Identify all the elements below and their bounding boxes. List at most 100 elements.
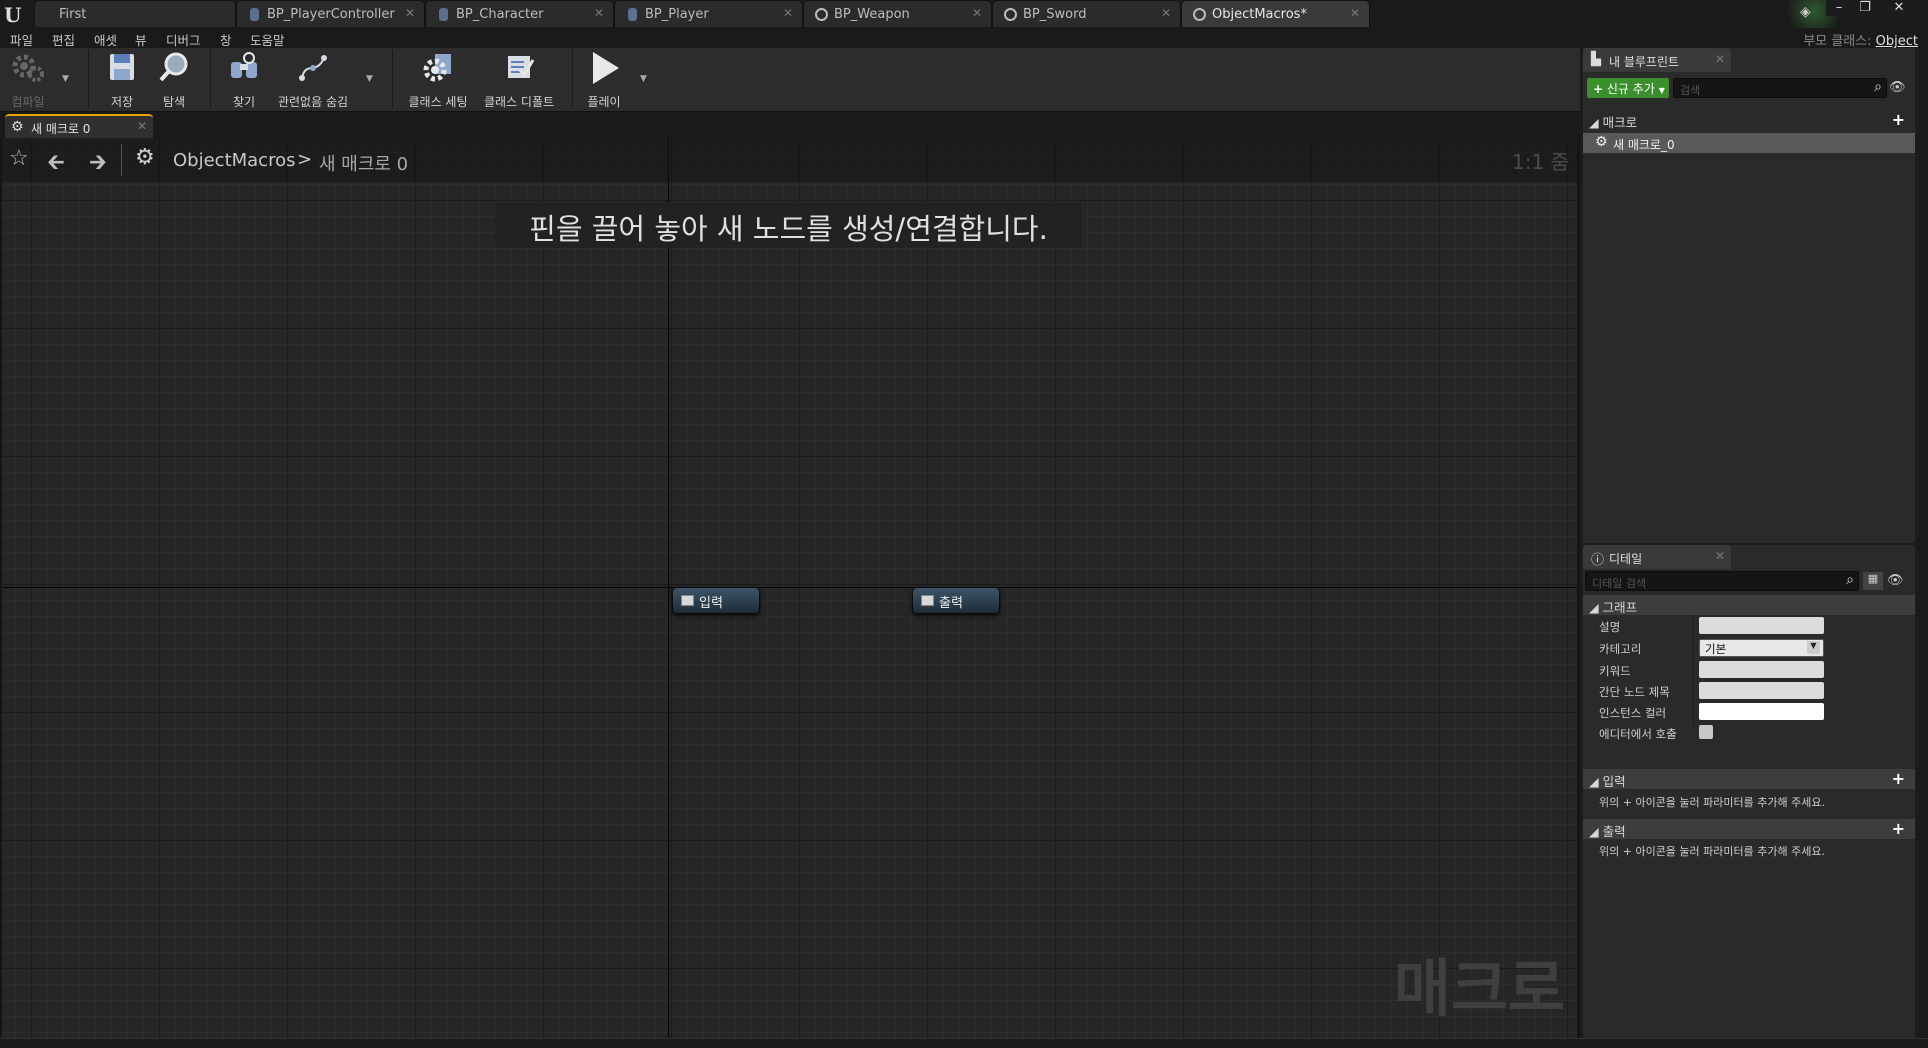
description-field[interactable] (1699, 617, 1824, 634)
compile-dropdown-icon[interactable]: ▼ (62, 74, 69, 84)
class-settings-button[interactable]: 클래스 세팅 (404, 50, 472, 110)
tab-first[interactable]: First (34, 0, 236, 27)
inputs-section-header[interactable]: ◢ 입력 + (1583, 769, 1915, 789)
hide-unrelated-dropdown-icon[interactable]: ▼ (366, 74, 373, 84)
details-search-input[interactable]: 디테일 검색 ⌕ (1585, 571, 1859, 591)
notification-icon[interactable]: ◈ (1800, 4, 1811, 20)
play-button[interactable]: 플레이 (582, 50, 626, 110)
input-node[interactable]: 입력 (672, 587, 760, 614)
play-label: 플레이 (587, 95, 621, 109)
close-icon[interactable]: ✕ (1715, 549, 1725, 563)
keywords-field[interactable] (1699, 661, 1824, 678)
close-window-icon[interactable]: ✕ (1878, 0, 1920, 16)
maximize-icon[interactable]: ❐ (1852, 0, 1878, 16)
save-button[interactable]: 저장 (100, 50, 144, 110)
tab-label: BP_Weapon (834, 7, 910, 22)
tunnel-node-icon (921, 595, 934, 606)
close-icon[interactable]: ✕ (137, 119, 147, 133)
add-output-plus-icon[interactable]: + (1892, 819, 1905, 838)
class-defaults-button[interactable]: 클래스 디폴트 (482, 50, 556, 110)
star-icon[interactable]: ☆ (9, 146, 29, 171)
blueprint-search-input[interactable]: 검색 ⌕ (1673, 78, 1887, 98)
macros-section-header[interactable]: ◢ 매크로 + (1583, 110, 1915, 130)
instance-color-swatch[interactable] (1699, 703, 1824, 720)
collapse-triangle-icon: ◢ (1589, 824, 1599, 839)
play-dropdown-icon[interactable]: ▼ (640, 74, 647, 84)
category-select[interactable]: 기본 ▼ (1699, 639, 1824, 657)
menu-window[interactable]: 창 (220, 30, 232, 49)
compile-button[interactable]: 컴파일 (4, 50, 52, 110)
title-bar: U First BP_PlayerController ✕ BP_Charact… (0, 0, 1928, 28)
add-macro-plus-icon[interactable]: + (1892, 110, 1905, 129)
tab-bp-weapon[interactable]: BP_Weapon ✕ (803, 0, 992, 27)
circle-icon (1193, 8, 1206, 21)
status-bar (0, 1038, 1928, 1048)
tab-details[interactable]: ⓘ 디테일 ✕ (1583, 545, 1731, 569)
browse-button[interactable]: 탐색 (152, 50, 196, 110)
macro-list-item[interactable]: ⚙ 새 매크로_0 (1583, 133, 1915, 153)
section-title: 매크로 (1602, 115, 1638, 130)
close-icon[interactable]: ✕ (1161, 6, 1171, 20)
graph-canvas[interactable]: ☆ 🡰 🡲 ⚙ ObjectMacros > 새 매크로 0 1:1 줌 핀을 … (2, 138, 1577, 1038)
forward-arrow-icon[interactable]: 🡲 (89, 145, 107, 183)
prop-instance-color: 인스턴스 컬러 (1583, 701, 1915, 723)
collapse-triangle-icon: ◢ (1589, 774, 1599, 789)
circle-icon (1004, 8, 1017, 21)
find-binoculars-icon (231, 52, 257, 78)
compile-gear-icon (12, 54, 44, 82)
close-icon[interactable]: ✕ (405, 6, 415, 20)
menu-view[interactable]: 뷰 (135, 30, 147, 49)
tab-new-macro[interactable]: ⚙ 새 매크로 0 ✕ (5, 114, 153, 138)
find-label: 찾기 (232, 95, 256, 109)
prop-call-in-editor: 에디터에서 호출 (1583, 722, 1915, 744)
parent-class-link[interactable]: Object (1876, 34, 1918, 49)
menu-help[interactable]: 도움말 (250, 30, 285, 49)
gear-icon: ⚙ (1595, 134, 1608, 150)
compact-title-field[interactable] (1699, 682, 1824, 699)
call-in-editor-checkbox[interactable] (1699, 725, 1713, 739)
menu-asset[interactable]: 애셋 (94, 30, 117, 49)
close-icon[interactable]: ✕ (783, 6, 793, 20)
hide-unrelated-button[interactable]: 관련없음 숨김 (276, 50, 350, 110)
tab-my-blueprint[interactable]: ▙ 내 블루프린트 ✕ (1583, 48, 1731, 72)
back-arrow-icon[interactable]: 🡰 (47, 145, 65, 183)
property-matrix-icon[interactable]: ▦ (1863, 572, 1883, 590)
outputs-section-header[interactable]: ◢ 출력 + (1583, 819, 1915, 839)
tab-bp-playercontroller[interactable]: BP_PlayerController ✕ (236, 0, 425, 27)
close-icon[interactable]: ✕ (594, 6, 604, 20)
menu-file[interactable]: 파일 (10, 30, 33, 49)
find-button[interactable]: 찾기 (222, 50, 266, 110)
add-new-button[interactable]: + 신규 추가 ▼ (1587, 78, 1669, 98)
tab-bp-sword[interactable]: BP_Sword ✕ (992, 0, 1181, 27)
tab-bp-character[interactable]: BP_Character ✕ (425, 0, 614, 27)
save-icon (110, 54, 134, 80)
add-input-plus-icon[interactable]: + (1892, 769, 1905, 788)
toolbar-separator (88, 50, 89, 108)
hide-unrelated-label: 관련없음 숨김 (277, 95, 349, 109)
minimize-icon[interactable]: – (1826, 0, 1852, 16)
circle-icon (815, 8, 828, 21)
breadcrumb-current: 새 매크로 0 (319, 154, 409, 175)
view-options-eye-icon[interactable]: 👁 (1889, 80, 1906, 95)
right-edge (1918, 48, 1928, 1048)
add-new-label: 신규 추가 (1606, 82, 1655, 96)
plus-icon: + (1593, 82, 1604, 96)
breadcrumb-root[interactable]: ObjectMacros (173, 150, 295, 171)
tab-bp-player[interactable]: BP_Player ✕ (614, 0, 803, 27)
zoom-level: 1:1 줌 (1512, 150, 1569, 174)
menu-edit[interactable]: 편집 (52, 30, 75, 49)
close-icon[interactable]: ✕ (972, 6, 982, 20)
class-defaults-label: 클래스 디폴트 (483, 95, 555, 109)
view-options-eye-icon[interactable]: 👁 (1887, 573, 1904, 588)
output-node[interactable]: 출력 (912, 587, 1000, 614)
menu-debug[interactable]: 디버그 (166, 30, 201, 49)
toolbar: 컴파일 ▼ 저장 탐색 찾기 관련없음 숨김 ▼ 클래스 세팅 클래스 디폴트 … (0, 48, 1580, 112)
prop-category: 카테고리 기본 ▼ (1583, 637, 1915, 659)
tab-objectmacros[interactable]: ObjectMacros* ✕ (1181, 0, 1370, 27)
close-icon[interactable]: ✕ (1350, 6, 1360, 20)
tab-label: BP_Player (645, 7, 709, 22)
close-icon[interactable]: ✕ (1715, 52, 1725, 66)
browse-label: 탐색 (162, 95, 186, 109)
graph-section-header[interactable]: ◢ 그래프 (1583, 595, 1915, 615)
gear-icon: ⚙ (135, 145, 155, 170)
